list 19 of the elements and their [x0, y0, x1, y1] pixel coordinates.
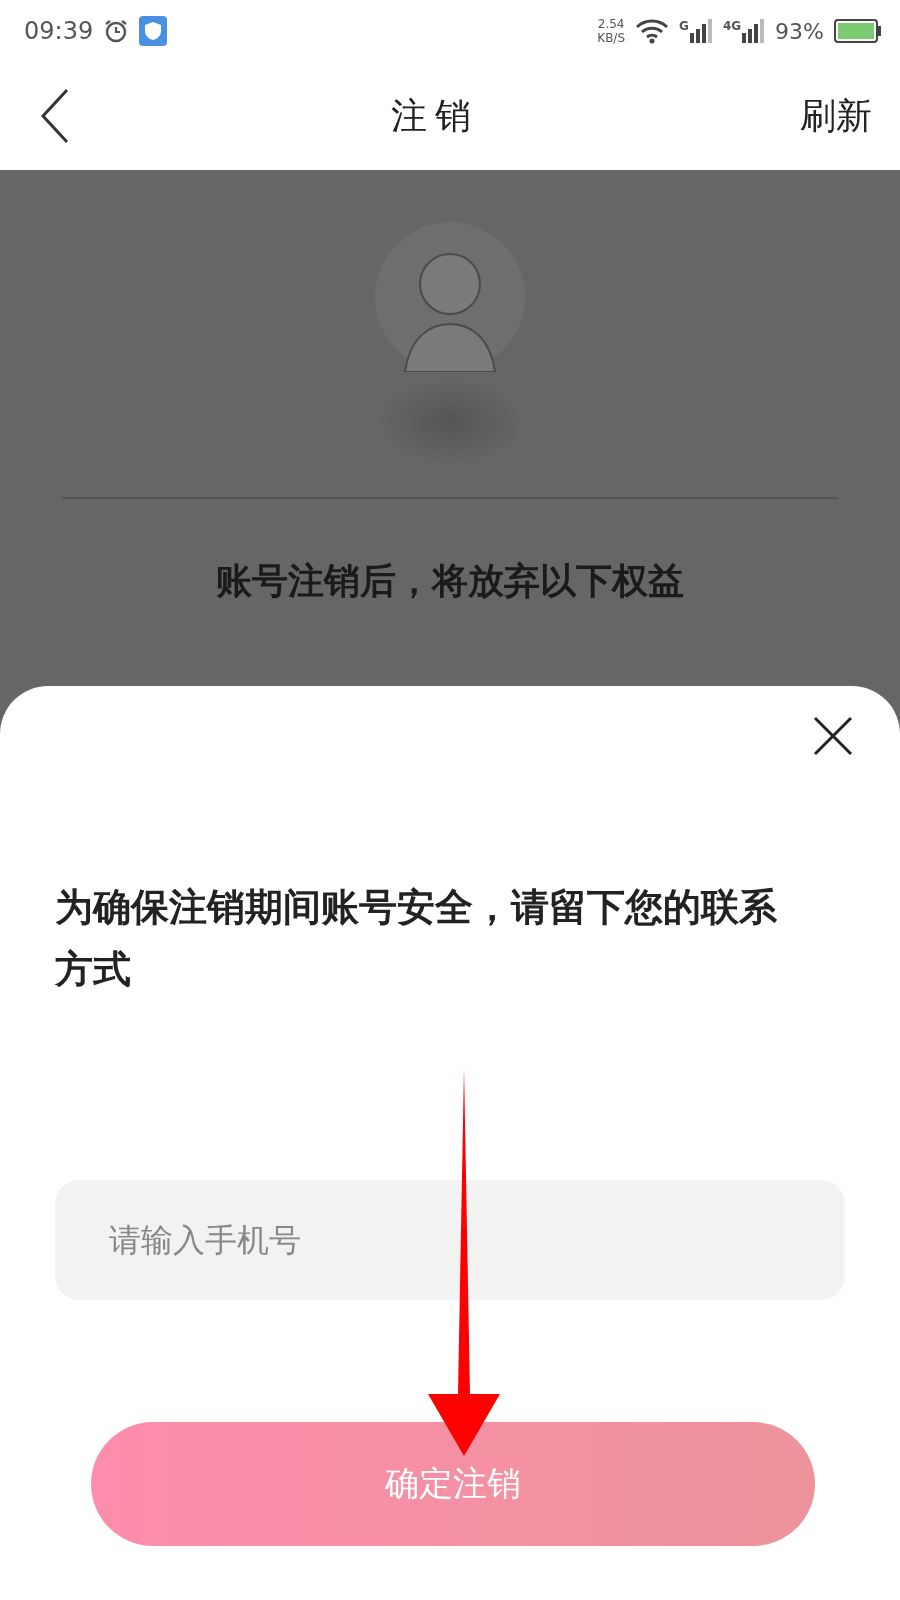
network-label: G [679, 19, 689, 33]
signal-icon [741, 19, 766, 43]
phone-field[interactable]: 请输入手机号 [55, 1180, 845, 1300]
battery-icon [834, 19, 882, 43]
back-button[interactable] [40, 88, 70, 144]
close-button[interactable] [813, 716, 853, 756]
avatar-icon [375, 222, 525, 372]
speed-unit: KB/S [597, 31, 626, 45]
battery-percent: 93% [775, 18, 824, 44]
network-label: 4G [722, 19, 742, 33]
refresh-button[interactable]: 刷新 [800, 91, 872, 141]
speed-value: 2.54 [597, 17, 625, 31]
shield-icon [139, 16, 168, 46]
page-title: 注销 [391, 93, 479, 138]
signal-icon [688, 19, 713, 43]
wifi-icon [635, 18, 670, 44]
clock-time: 09:39 [24, 17, 94, 45]
prompt-text: 为确保注销期间账号安全，请留下您的联系方式 [55, 884, 778, 993]
section-heading: 账号注销后，将放弃以下权益 [216, 559, 684, 603]
